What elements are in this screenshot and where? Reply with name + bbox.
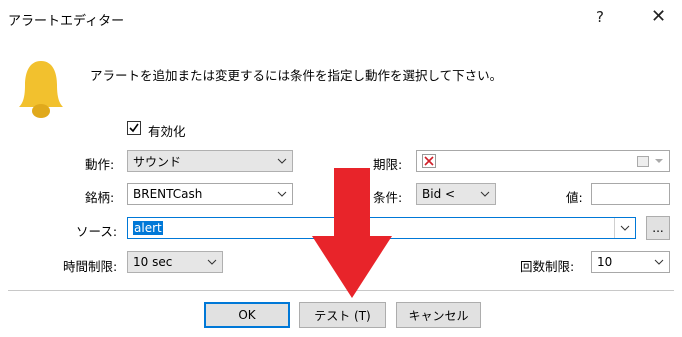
chevron-down-icon: [655, 159, 663, 163]
description-text: アラートを追加または変更するには条件を指定し動作を選択して下さい。: [90, 68, 503, 83]
enable-checkbox[interactable]: [127, 121, 141, 135]
chevron-down-icon: [480, 191, 490, 197]
symbol-value: BRENTCash: [133, 187, 203, 201]
condition-value: Bid <: [422, 187, 456, 201]
value-input[interactable]: [591, 183, 670, 205]
repeat-label: 回数制限:: [520, 259, 575, 274]
repeat-select[interactable]: 10: [591, 251, 670, 273]
action-label: 動作:: [85, 157, 115, 172]
chevron-down-icon: [277, 158, 287, 164]
source-label: ソース:: [76, 224, 118, 239]
calendar-icon: [637, 156, 649, 167]
test-button[interactable]: テスト (T): [299, 302, 386, 328]
chevron-down-icon: [620, 225, 630, 231]
chevron-down-icon: [277, 191, 287, 197]
source-value: alert: [133, 221, 163, 235]
timeout-label: 時間制限:: [63, 259, 118, 274]
checkmark-icon: [129, 123, 139, 133]
close-button[interactable]: ✕: [651, 6, 666, 27]
browse-button[interactable]: ...: [646, 216, 670, 240]
condition-select[interactable]: Bid <: [416, 183, 496, 205]
expiry-picker[interactable]: [416, 150, 670, 172]
red-arrow-icon: [312, 168, 392, 298]
cancel-button[interactable]: キャンセル: [396, 302, 481, 328]
chevron-down-icon: [207, 259, 217, 265]
chevron-down-icon: [654, 259, 664, 265]
bell-icon: [19, 61, 63, 118]
unchecked-x-icon[interactable]: [422, 154, 436, 168]
window-title: アラートエディター: [8, 14, 125, 29]
timeout-value: 10 sec: [133, 255, 173, 269]
action-select[interactable]: サウンド: [127, 150, 293, 172]
action-value: サウンド: [133, 154, 182, 169]
ok-button[interactable]: OK: [204, 302, 290, 328]
value-label: 値:: [566, 190, 583, 205]
symbol-select[interactable]: BRENTCash: [127, 183, 293, 205]
repeat-value: 10: [597, 255, 613, 269]
enable-label: 有効化: [148, 124, 186, 139]
timeout-select[interactable]: 10 sec: [127, 251, 223, 273]
help-button[interactable]: ?: [596, 8, 604, 26]
symbol-label: 銘柄:: [85, 190, 115, 205]
